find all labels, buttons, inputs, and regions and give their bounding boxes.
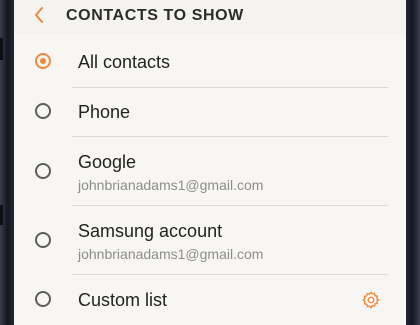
- radio-custom-list[interactable]: [35, 291, 51, 307]
- radio-samsung-account[interactable]: [35, 232, 51, 248]
- option-all-contacts[interactable]: All contacts: [14, 39, 406, 87]
- chevron-left-icon: [35, 7, 43, 23]
- option-custom-list[interactable]: Custom list: [14, 275, 406, 325]
- option-label: Phone: [78, 102, 131, 122]
- radio-google[interactable]: [35, 163, 51, 179]
- phone-side-button-upper: [0, 38, 3, 60]
- screen: CONTACTS TO SHOW All contacts Phone Goog…: [14, 0, 406, 325]
- radio-phone[interactable]: [35, 103, 51, 119]
- back-button[interactable]: [28, 4, 50, 26]
- option-label: Custom list: [78, 290, 168, 310]
- account-email: johnbrianadams1@gmail.com: [78, 177, 264, 193]
- settings-gear-icon[interactable]: [361, 290, 381, 310]
- app-header: CONTACTS TO SHOW: [14, 0, 406, 34]
- option-label: All contacts: [78, 52, 171, 72]
- radio-all-contacts[interactable]: [35, 53, 51, 69]
- option-label: Samsung account: [78, 221, 223, 241]
- option-phone[interactable]: Phone: [14, 88, 406, 136]
- phone-frame-right: [406, 0, 420, 325]
- option-samsung-account[interactable]: Samsung account johnbrianadams1@gmail.co…: [14, 206, 406, 274]
- phone-side-button-lower: [0, 205, 3, 225]
- page-title: CONTACTS TO SHOW: [66, 7, 244, 24]
- option-label: Google: [78, 152, 137, 172]
- account-email: johnbrianadams1@gmail.com: [78, 246, 264, 262]
- option-google[interactable]: Google johnbrianadams1@gmail.com: [14, 137, 406, 205]
